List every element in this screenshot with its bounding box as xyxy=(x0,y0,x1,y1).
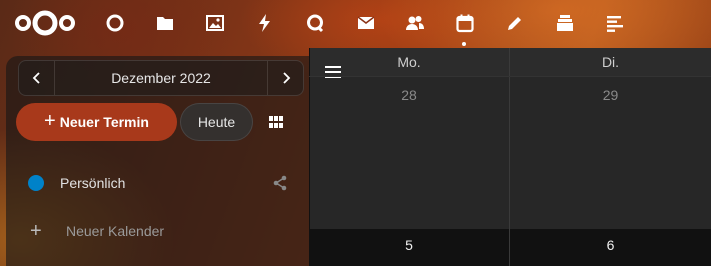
files-icon[interactable] xyxy=(154,12,176,34)
calendar-name: Persönlich xyxy=(60,175,126,191)
new-calendar-label: Neuer Kalender xyxy=(66,223,165,239)
day-cell-number[interactable]: 28 xyxy=(309,85,509,105)
view-switcher-button[interactable] xyxy=(264,110,288,134)
app-navigation-toggle[interactable] xyxy=(323,62,343,82)
new-event-label: Neuer Termin xyxy=(59,114,149,130)
deck-icon[interactable] xyxy=(554,12,576,34)
day-cell-number[interactable]: 5 xyxy=(309,235,509,255)
grid-divider xyxy=(309,76,711,77)
contacts-icon[interactable] xyxy=(404,12,426,34)
day-cell-number[interactable]: 6 xyxy=(510,235,711,255)
chevron-left-icon xyxy=(32,72,40,84)
top-bar xyxy=(0,0,711,48)
previous-month-button[interactable] xyxy=(19,61,55,95)
calendar-sidebar: Dezember 2022 + Neuer Termin Heute Persö… xyxy=(6,56,309,266)
mail-icon[interactable] xyxy=(355,12,377,34)
nextcloud-logo-icon[interactable] xyxy=(14,9,76,37)
calendar-color-dot[interactable] xyxy=(28,175,44,191)
dashboard-icon[interactable] xyxy=(104,12,126,34)
tasks-icon[interactable] xyxy=(604,12,626,34)
calendar-icon[interactable] xyxy=(454,12,476,34)
new-calendar-button[interactable]: + Neuer Kalender xyxy=(30,219,230,243)
notes-icon[interactable] xyxy=(504,12,526,34)
calendar-grid: Mo. Di. 28 29 5 6 xyxy=(309,48,711,266)
next-month-button[interactable] xyxy=(267,61,303,95)
plus-icon: + xyxy=(30,220,42,242)
day-cell-number[interactable]: 29 xyxy=(510,85,711,105)
current-month-label[interactable]: Dezember 2022 xyxy=(55,61,267,95)
today-button[interactable]: Heute xyxy=(180,103,253,141)
new-event-button[interactable]: + Neuer Termin xyxy=(16,103,177,141)
grid-divider xyxy=(509,48,510,266)
date-navigation: Dezember 2022 xyxy=(18,60,304,96)
plus-icon: + xyxy=(44,110,56,132)
photos-icon[interactable] xyxy=(204,12,226,34)
share-icon[interactable] xyxy=(272,175,288,191)
grid-divider xyxy=(309,48,310,266)
calendar-item-personal[interactable]: Persönlich xyxy=(28,170,288,196)
active-app-indicator xyxy=(462,42,466,46)
weekday-header-tuesday: Di. xyxy=(510,48,711,76)
activity-icon[interactable] xyxy=(254,12,276,34)
chevron-right-icon xyxy=(282,72,290,84)
talk-icon[interactable] xyxy=(304,12,326,34)
grid-view-icon xyxy=(269,116,283,128)
